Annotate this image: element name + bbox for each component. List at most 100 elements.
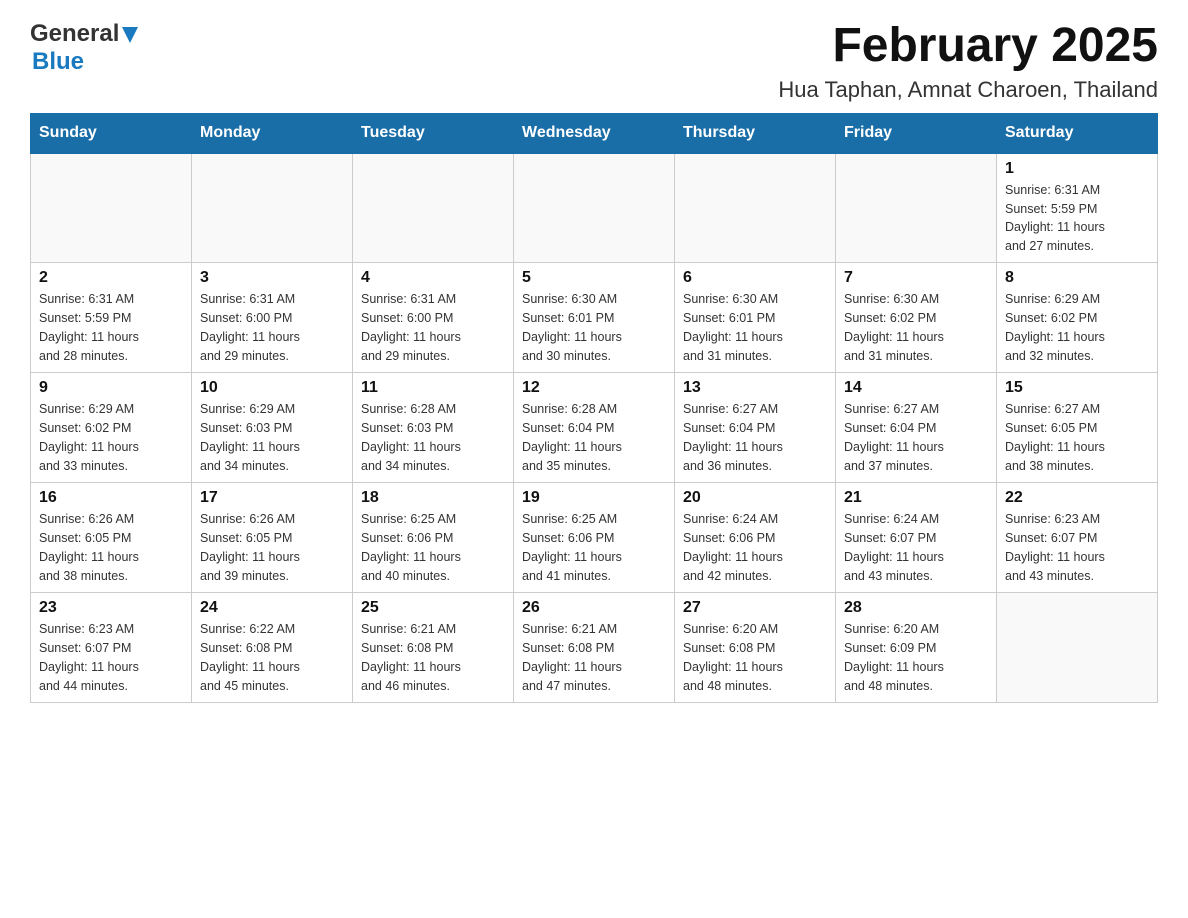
- calendar-cell: 13 Sunrise: 6:27 AM Sunset: 6:04 PM Dayli…: [675, 373, 836, 483]
- day-info: Sunrise: 6:23 AM Sunset: 6:07 PM Dayligh…: [1005, 510, 1149, 585]
- calendar-week-row: 9 Sunrise: 6:29 AM Sunset: 6:02 PM Daylig…: [31, 373, 1158, 483]
- day-number: 17: [200, 489, 344, 507]
- day-number: 11: [361, 379, 505, 397]
- calendar-cell: 22 Sunrise: 6:23 AM Sunset: 6:07 PM Dayli…: [997, 483, 1158, 593]
- day-info: Sunrise: 6:24 AM Sunset: 6:07 PM Dayligh…: [844, 510, 988, 585]
- calendar-cell: [31, 153, 192, 263]
- day-number: 3: [200, 269, 344, 287]
- calendar-cell: 16 Sunrise: 6:26 AM Sunset: 6:05 PM Dayli…: [31, 483, 192, 593]
- day-info: Sunrise: 6:21 AM Sunset: 6:08 PM Dayligh…: [522, 620, 666, 695]
- calendar-cell: 6 Sunrise: 6:30 AM Sunset: 6:01 PM Daylig…: [675, 263, 836, 373]
- calendar-cell: 24Sunrise: 6:22 AM Sunset: 6:08 PM Dayli…: [192, 593, 353, 703]
- day-number: 25: [361, 599, 505, 617]
- calendar-cell: [514, 153, 675, 263]
- day-number: 4: [361, 269, 505, 287]
- day-number: 14: [844, 379, 988, 397]
- day-number: 5: [522, 269, 666, 287]
- col-header-wednesday: Wednesday: [514, 113, 675, 153]
- day-info: Sunrise: 6:23 AM Sunset: 6:07 PM Dayligh…: [39, 620, 183, 695]
- calendar-cell: 8 Sunrise: 6:29 AM Sunset: 6:02 PM Daylig…: [997, 263, 1158, 373]
- day-number: 10: [200, 379, 344, 397]
- day-info: Sunrise: 6:31 AM Sunset: 6:00 PM Dayligh…: [200, 290, 344, 365]
- calendar-table: SundayMondayTuesdayWednesdayThursdayFrid…: [30, 113, 1158, 704]
- day-info: Sunrise: 6:29 AM Sunset: 6:02 PM Dayligh…: [39, 400, 183, 475]
- day-number: 21: [844, 489, 988, 507]
- day-number: 2: [39, 269, 183, 287]
- calendar-cell: 18 Sunrise: 6:25 AM Sunset: 6:06 PM Dayli…: [353, 483, 514, 593]
- day-number: 1: [1005, 160, 1149, 178]
- day-info: Sunrise: 6:26 AM Sunset: 6:05 PM Dayligh…: [200, 510, 344, 585]
- day-number: 23: [39, 599, 183, 617]
- calendar-cell: 2Sunrise: 6:31 AM Sunset: 5:59 PM Daylig…: [31, 263, 192, 373]
- col-header-tuesday: Tuesday: [353, 113, 514, 153]
- col-header-thursday: Thursday: [675, 113, 836, 153]
- calendar-cell: 11 Sunrise: 6:28 AM Sunset: 6:03 PM Dayli…: [353, 373, 514, 483]
- day-info: Sunrise: 6:28 AM Sunset: 6:03 PM Dayligh…: [361, 400, 505, 475]
- calendar-week-row: 2Sunrise: 6:31 AM Sunset: 5:59 PM Daylig…: [31, 263, 1158, 373]
- calendar-cell: 1 Sunrise: 6:31 AM Sunset: 5:59 PM Daylig…: [997, 153, 1158, 263]
- logo-arrow-icon: [122, 27, 138, 48]
- calendar-cell: 21 Sunrise: 6:24 AM Sunset: 6:07 PM Dayli…: [836, 483, 997, 593]
- day-info: Sunrise: 6:20 AM Sunset: 6:08 PM Dayligh…: [683, 620, 827, 695]
- calendar-cell: 10 Sunrise: 6:29 AM Sunset: 6:03 PM Dayli…: [192, 373, 353, 483]
- day-number: 28: [844, 599, 988, 617]
- day-info: Sunrise: 6:25 AM Sunset: 6:06 PM Dayligh…: [522, 510, 666, 585]
- day-number: 7: [844, 269, 988, 287]
- calendar-cell: 28 Sunrise: 6:20 AM Sunset: 6:09 PM Dayli…: [836, 593, 997, 703]
- day-info: Sunrise: 6:21 AM Sunset: 6:08 PM Dayligh…: [361, 620, 505, 695]
- calendar-cell: 15 Sunrise: 6:27 AM Sunset: 6:05 PM Dayli…: [997, 373, 1158, 483]
- day-info: Sunrise: 6:25 AM Sunset: 6:06 PM Dayligh…: [361, 510, 505, 585]
- calendar-cell: 14Sunrise: 6:27 AM Sunset: 6:04 PM Dayli…: [836, 373, 997, 483]
- day-number: 27: [683, 599, 827, 617]
- calendar-week-row: 23 Sunrise: 6:23 AM Sunset: 6:07 PM Dayli…: [31, 593, 1158, 703]
- day-info: Sunrise: 6:26 AM Sunset: 6:05 PM Dayligh…: [39, 510, 183, 585]
- day-info: Sunrise: 6:24 AM Sunset: 6:06 PM Dayligh…: [683, 510, 827, 585]
- day-number: 20: [683, 489, 827, 507]
- calendar-cell: 25 Sunrise: 6:21 AM Sunset: 6:08 PM Dayli…: [353, 593, 514, 703]
- day-number: 6: [683, 269, 827, 287]
- day-info: Sunrise: 6:31 AM Sunset: 6:00 PM Dayligh…: [361, 290, 505, 365]
- day-number: 18: [361, 489, 505, 507]
- title-block: February 2025 Hua Taphan, Amnat Charoen,…: [778, 20, 1158, 103]
- calendar-cell: 20 Sunrise: 6:24 AM Sunset: 6:06 PM Dayli…: [675, 483, 836, 593]
- col-header-friday: Friday: [836, 113, 997, 153]
- calendar-cell: 23 Sunrise: 6:23 AM Sunset: 6:07 PM Dayli…: [31, 593, 192, 703]
- calendar-cell: [353, 153, 514, 263]
- day-info: Sunrise: 6:29 AM Sunset: 6:03 PM Dayligh…: [200, 400, 344, 475]
- day-number: 9: [39, 379, 183, 397]
- day-number: 19: [522, 489, 666, 507]
- day-number: 13: [683, 379, 827, 397]
- day-info: Sunrise: 6:29 AM Sunset: 6:02 PM Dayligh…: [1005, 290, 1149, 365]
- col-header-sunday: Sunday: [31, 113, 192, 153]
- day-info: Sunrise: 6:22 AM Sunset: 6:08 PM Dayligh…: [200, 620, 344, 695]
- calendar-cell: [675, 153, 836, 263]
- calendar-cell: 4 Sunrise: 6:31 AM Sunset: 6:00 PM Daylig…: [353, 263, 514, 373]
- calendar-week-row: 1 Sunrise: 6:31 AM Sunset: 5:59 PM Daylig…: [31, 153, 1158, 263]
- day-info: Sunrise: 6:30 AM Sunset: 6:01 PM Dayligh…: [522, 290, 666, 365]
- calendar-cell: 7Sunrise: 6:30 AM Sunset: 6:02 PM Daylig…: [836, 263, 997, 373]
- calendar-cell: [836, 153, 997, 263]
- calendar-cell: 5 Sunrise: 6:30 AM Sunset: 6:01 PM Daylig…: [514, 263, 675, 373]
- calendar-cell: 26 Sunrise: 6:21 AM Sunset: 6:08 PM Dayli…: [514, 593, 675, 703]
- day-number: 16: [39, 489, 183, 507]
- calendar-cell: [997, 593, 1158, 703]
- day-info: Sunrise: 6:20 AM Sunset: 6:09 PM Dayligh…: [844, 620, 988, 695]
- calendar-title: February 2025: [778, 20, 1158, 73]
- day-number: 22: [1005, 489, 1149, 507]
- day-info: Sunrise: 6:28 AM Sunset: 6:04 PM Dayligh…: [522, 400, 666, 475]
- calendar-cell: 19 Sunrise: 6:25 AM Sunset: 6:06 PM Dayli…: [514, 483, 675, 593]
- day-info: Sunrise: 6:27 AM Sunset: 6:04 PM Dayligh…: [683, 400, 827, 475]
- calendar-cell: 17 Sunrise: 6:26 AM Sunset: 6:05 PM Dayli…: [192, 483, 353, 593]
- calendar-cell: 3 Sunrise: 6:31 AM Sunset: 6:00 PM Daylig…: [192, 263, 353, 373]
- calendar-week-row: 16 Sunrise: 6:26 AM Sunset: 6:05 PM Dayli…: [31, 483, 1158, 593]
- day-number: 15: [1005, 379, 1149, 397]
- logo-general-text: General: [30, 20, 119, 48]
- day-info: Sunrise: 6:27 AM Sunset: 6:05 PM Dayligh…: [1005, 400, 1149, 475]
- day-number: 26: [522, 599, 666, 617]
- day-number: 12: [522, 379, 666, 397]
- day-info: Sunrise: 6:31 AM Sunset: 5:59 PM Dayligh…: [1005, 181, 1149, 256]
- page-header: General Blue February 2025 Hua Taphan, A…: [30, 20, 1158, 103]
- day-number: 8: [1005, 269, 1149, 287]
- logo: General Blue: [30, 20, 138, 76]
- day-info: Sunrise: 6:30 AM Sunset: 6:01 PM Dayligh…: [683, 290, 827, 365]
